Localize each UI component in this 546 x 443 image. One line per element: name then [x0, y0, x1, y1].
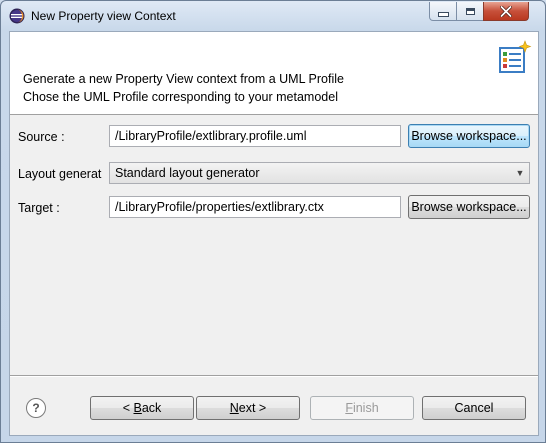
close-icon	[500, 5, 512, 17]
footer-separator	[10, 375, 538, 377]
source-input[interactable]: /LibraryProfile/extlibrary.profile.uml	[109, 125, 401, 147]
wizard-banner: Generate a new Property View context fro…	[10, 32, 538, 115]
maximize-icon	[465, 7, 475, 15]
back-button[interactable]: < Back	[90, 396, 194, 420]
maximize-button[interactable]	[456, 2, 484, 21]
minimize-button[interactable]	[429, 2, 457, 21]
target-label: Target :	[18, 201, 60, 215]
finish-button[interactable]: Finish	[310, 396, 414, 420]
cancel-button[interactable]: Cancel	[422, 396, 526, 420]
source-label: Source :	[18, 130, 65, 144]
layout-generator-label: Layout generat	[18, 167, 102, 181]
help-icon[interactable]: ?	[26, 398, 46, 418]
target-input[interactable]: /LibraryProfile/properties/extlibrary.ct…	[109, 196, 401, 218]
close-button[interactable]	[483, 2, 529, 21]
dialog-window: New Property view Context Generate a new…	[0, 0, 546, 443]
minimize-icon	[437, 12, 449, 17]
layout-generator-select[interactable]: Standard layout generator ▼	[109, 162, 530, 184]
wizard-properties-icon	[499, 40, 532, 73]
dialog-client-area: Generate a new Property View context fro…	[9, 31, 539, 436]
chevron-down-icon[interactable]: ▼	[511, 163, 529, 183]
layout-generator-value: Standard layout generator	[115, 166, 260, 180]
window-title: New Property view Context	[31, 9, 176, 23]
eclipse-icon	[9, 8, 25, 24]
next-button[interactable]: Next >	[196, 396, 300, 420]
banner-description-line2: Chose the UML Profile corresponding to y…	[23, 90, 338, 104]
banner-description-line1: Generate a new Property View context fro…	[23, 72, 344, 86]
target-browse-button[interactable]: Browse workspace...	[408, 195, 530, 219]
source-browse-button[interactable]: Browse workspace...	[408, 124, 530, 148]
title-bar[interactable]: New Property view Context	[1, 1, 545, 31]
